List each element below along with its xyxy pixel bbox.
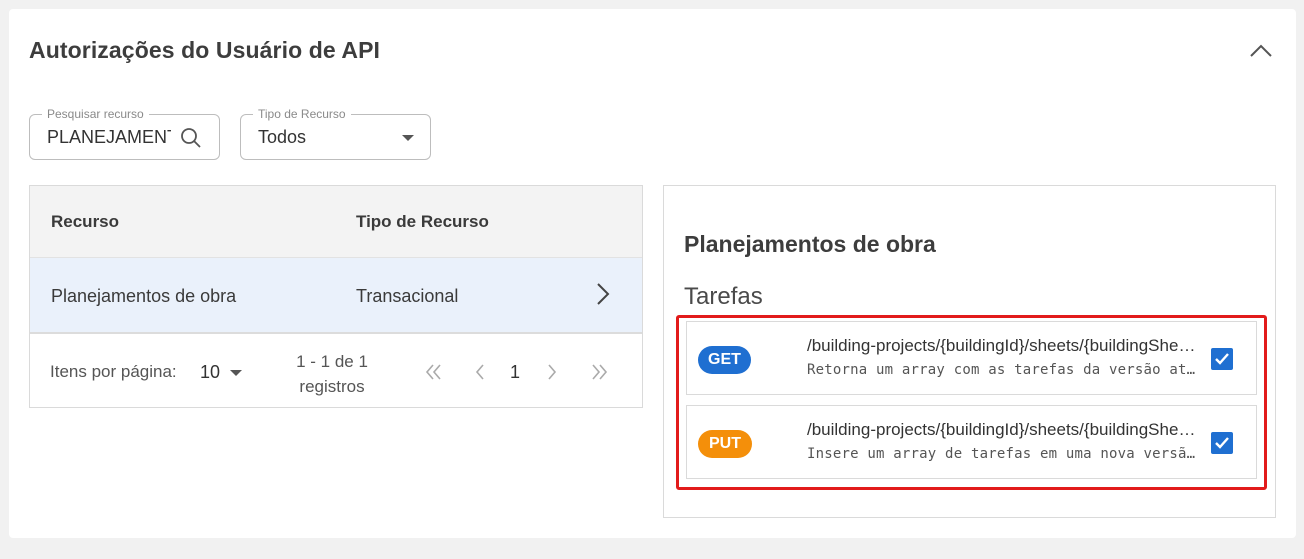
endpoint-description: Insere um array de tarefas em uma nova v… bbox=[807, 446, 1202, 462]
resource-type-value: Todos bbox=[258, 127, 307, 147]
resource-type-select[interactable]: Tipo de Recurso Todos bbox=[240, 107, 431, 160]
checkmark-icon bbox=[1215, 353, 1229, 365]
double-chevron-right-icon bbox=[592, 364, 608, 380]
endpoint-checkbox[interactable] bbox=[1211, 432, 1233, 454]
current-page[interactable]: 1 bbox=[510, 362, 520, 383]
detail-title: Planejamentos de obra bbox=[684, 231, 936, 257]
api-permissions-card: Autorizações do Usuário de API Pesquisar… bbox=[9, 9, 1296, 538]
pagination-range-line1: 1 - 1 de 1 bbox=[296, 352, 368, 371]
resources-table: Recurso Tipo de Recurso Planejamentos de… bbox=[29, 185, 643, 408]
items-per-page-select[interactable]: 10 bbox=[200, 362, 250, 386]
method-badge-put: PUT bbox=[698, 430, 752, 458]
chevron-up-icon bbox=[1250, 44, 1272, 57]
chevron-left-icon bbox=[475, 364, 484, 380]
chevron-right-icon[interactable] bbox=[596, 282, 610, 306]
caret-down-icon bbox=[402, 135, 414, 141]
endpoint-item: GET /building-projects/{buildingId}/shee… bbox=[686, 321, 1257, 395]
previous-page-button[interactable] bbox=[468, 360, 492, 384]
pagination-range-line2: registros bbox=[299, 377, 365, 396]
column-header-resource-type[interactable]: Tipo de Recurso bbox=[356, 212, 489, 232]
endpoint-checkbox[interactable] bbox=[1211, 348, 1233, 370]
double-chevron-left-icon bbox=[425, 364, 441, 380]
row-resource: Planejamentos de obra bbox=[51, 286, 237, 306]
resource-type-label: Tipo de Recurso bbox=[253, 107, 351, 121]
items-per-page-value: 10 bbox=[200, 362, 221, 382]
endpoint-path: /building-projects/{buildingId}/sheets/{… bbox=[807, 420, 1197, 439]
endpoint-description: Retorna um array com as tarefas da versã… bbox=[807, 362, 1202, 378]
method-badge-get: GET bbox=[698, 346, 751, 374]
table-header: Recurso Tipo de Recurso bbox=[30, 186, 642, 258]
chevron-right-icon bbox=[548, 364, 557, 380]
detail-section-title: Tarefas bbox=[684, 283, 763, 310]
last-page-button[interactable] bbox=[587, 360, 611, 384]
search-resource-field[interactable]: Pesquisar recurso PLANEJAMENTO bbox=[29, 107, 220, 160]
search-resource-input[interactable]: PLANEJAMENTO bbox=[47, 127, 171, 148]
next-page-button[interactable] bbox=[540, 360, 564, 384]
resource-detail-panel: Planejamentos de obra Tarefas GET /build… bbox=[663, 185, 1276, 518]
caret-down-icon bbox=[230, 370, 242, 376]
search-icon[interactable] bbox=[180, 127, 202, 154]
checkmark-icon bbox=[1215, 437, 1229, 449]
pagination-range: 1 - 1 de 1 registros bbox=[292, 349, 372, 399]
endpoints-highlight: GET /building-projects/{buildingId}/shee… bbox=[676, 315, 1267, 490]
card-title: Autorizações do Usuário de API bbox=[29, 37, 381, 63]
row-resource-type: Transacional bbox=[356, 286, 459, 306]
first-page-button[interactable] bbox=[422, 360, 446, 384]
collapse-button[interactable] bbox=[1245, 35, 1277, 67]
search-resource-label: Pesquisar recurso bbox=[42, 107, 149, 121]
column-header-resource[interactable]: Recurso bbox=[51, 212, 119, 232]
endpoint-path: /building-projects/{buildingId}/sheets/{… bbox=[807, 336, 1197, 355]
items-per-page-label: Itens por página: bbox=[50, 362, 177, 381]
endpoint-item: PUT /building-projects/{buildingId}/shee… bbox=[686, 405, 1257, 479]
pagination: Itens por página: 10 1 - 1 de 1 registro… bbox=[30, 336, 642, 407]
table-row[interactable]: Planejamentos de obra Transacional bbox=[30, 258, 642, 334]
